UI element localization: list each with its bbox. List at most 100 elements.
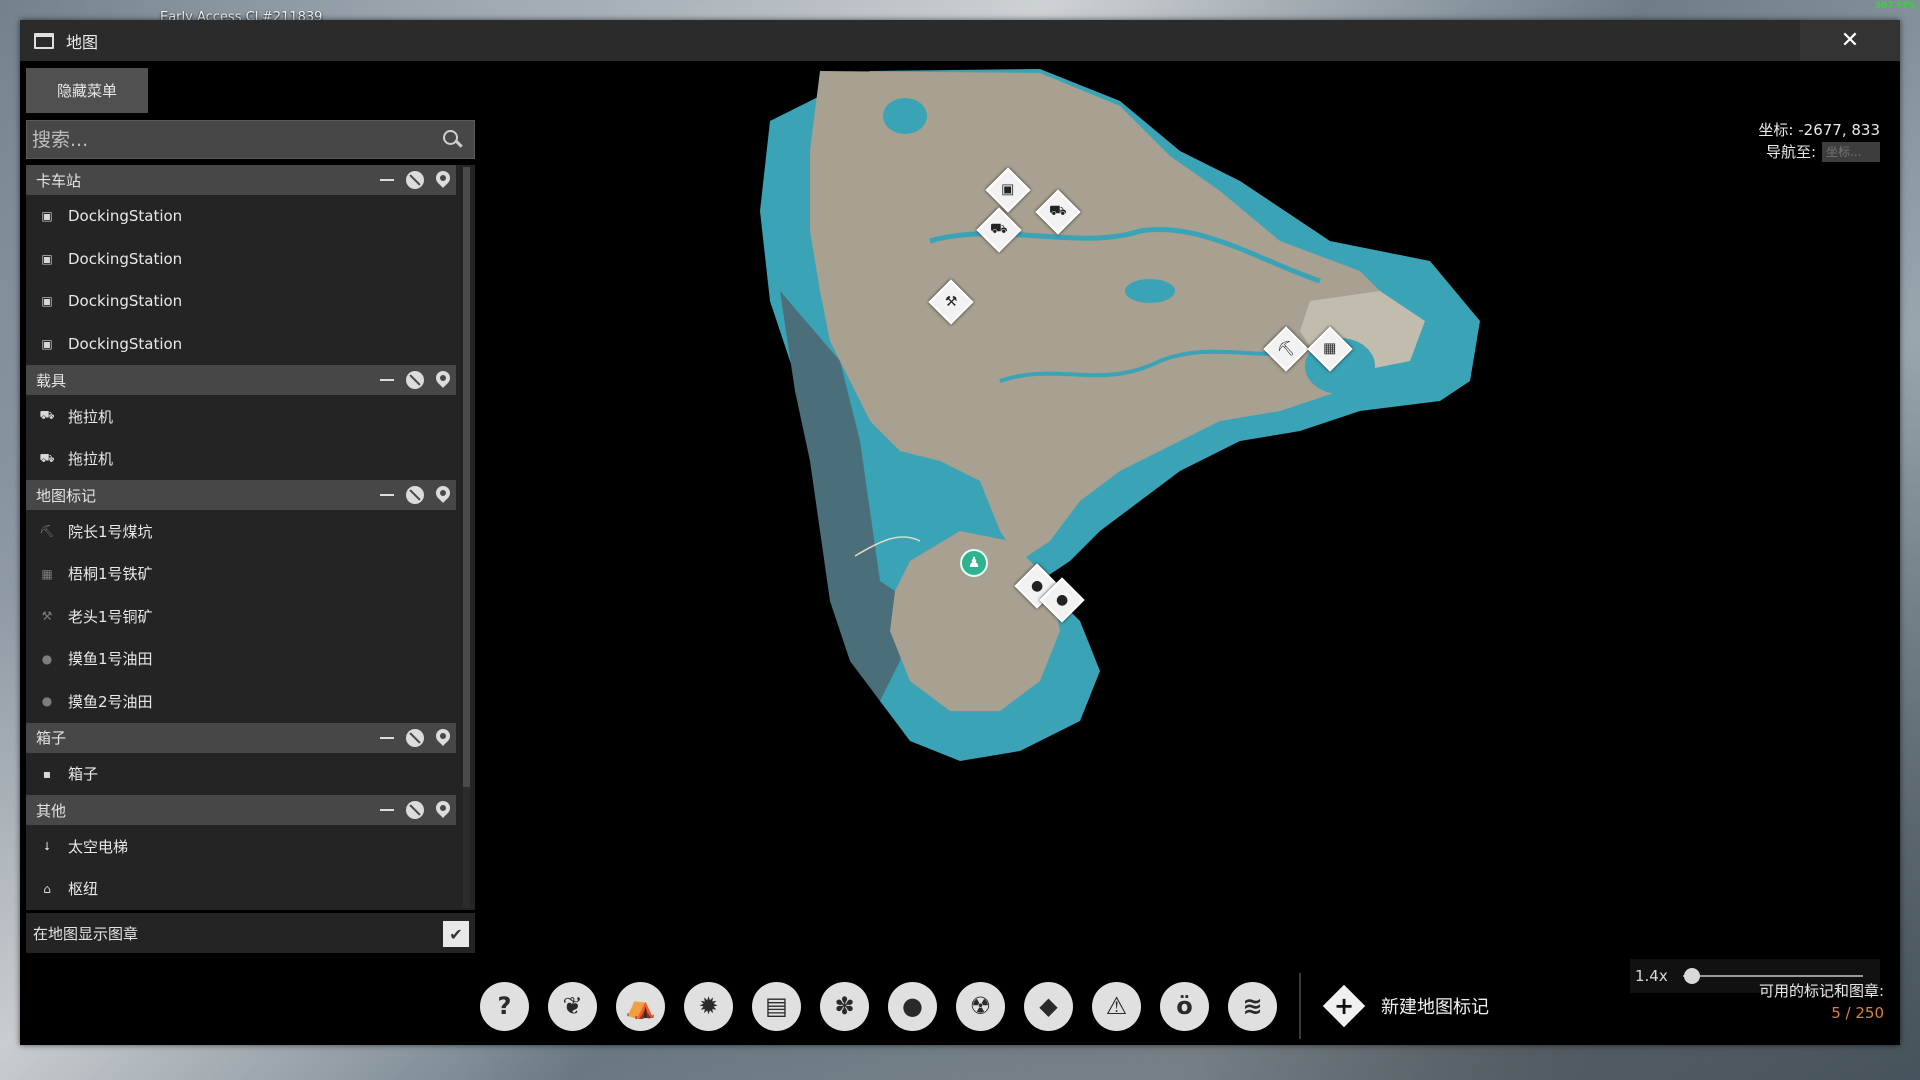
leaf-filter-button[interactable]: ❦ [548, 981, 597, 1031]
paw-filter-button[interactable]: ✽ [820, 981, 869, 1031]
apple-filter-button[interactable]: ö [1160, 981, 1209, 1031]
coal-cart-icon: ⛏ [39, 524, 55, 539]
collapse-icon[interactable] [380, 179, 394, 181]
creature-icon: ≋ [1242, 992, 1263, 1020]
hide-toggle-icon[interactable] [406, 801, 424, 819]
list-item-label: DockingStation [68, 334, 183, 353]
tractor-icon: ⛟ [39, 450, 55, 465]
search-icon[interactable] [438, 125, 468, 155]
marker-list: 卡车站 ▣ DockingStation ▣ DockingStation ▣ Dockin… [26, 165, 456, 910]
hide-toggle-icon[interactable] [406, 486, 424, 504]
group-header[interactable]: 箱子 [26, 722, 456, 753]
docking-station-icon: ▣ [41, 209, 53, 224]
list-item[interactable]: ● 摸鱼2号油田 [26, 680, 456, 723]
hide-menu-button[interactable]: 隐藏菜单 [26, 68, 148, 113]
docking-station-icon: ▣ [41, 251, 53, 266]
list-item[interactable]: ● 摸鱼1号油田 [26, 638, 456, 681]
close-button[interactable]: ✕ [1800, 20, 1900, 61]
hide-toggle-icon[interactable] [406, 728, 424, 747]
list-item[interactable]: ⛟ 拖拉机 [26, 395, 456, 438]
group-actions [380, 723, 453, 753]
collapse-icon[interactable] [380, 379, 394, 381]
map-lake-center [1125, 279, 1175, 303]
list-item[interactable]: ▪ 箱子 [26, 753, 456, 796]
oil-drop-icon: ● [1030, 578, 1044, 594]
tractor-icon: ⛟ [39, 408, 55, 423]
list-item[interactable]: ▦ 梧桐1号铁矿 [26, 553, 456, 596]
list-item-label: DockingStation [68, 249, 183, 268]
group-header[interactable]: 卡车站 [26, 165, 456, 195]
list-item[interactable]: ⛏ 院长1号煤坑 [26, 510, 456, 553]
water-drop-filter-button[interactable]: ● [888, 981, 937, 1031]
docking-station-icon: ▣ [1001, 181, 1015, 198]
titlebar: 地图 ✕ [20, 20, 1900, 61]
apple-icon: ö [1176, 992, 1193, 1020]
toolbar-divider [1299, 973, 1301, 1039]
locate-pin-icon[interactable] [433, 483, 453, 503]
locate-pin-icon[interactable] [433, 168, 453, 188]
add-marker-icon: + [1322, 984, 1366, 1028]
collapse-icon[interactable] [380, 809, 394, 811]
search-box [26, 120, 475, 159]
coords-row: 坐标: -2677, 833 [1758, 119, 1880, 141]
list-item[interactable]: ▣ DockingStation [26, 323, 456, 366]
copper-ore-icon: ⚒ [944, 294, 958, 310]
list-item[interactable]: ⛟ 拖拉机 [26, 438, 456, 481]
player-location-icon[interactable]: ♟ [960, 549, 988, 577]
gear-sun-filter-button[interactable]: ✹ [684, 981, 733, 1031]
locate-pin-icon[interactable] [433, 368, 453, 388]
iron-ore-icon: ▦ [41, 566, 53, 581]
docking-station-icon: ▣ [41, 336, 53, 351]
list-item[interactable]: ▣ DockingStation [26, 195, 456, 238]
radiation-filter-button[interactable]: ☢ [956, 981, 1005, 1031]
show-stamps-checkbox[interactable]: ✔ [443, 921, 469, 947]
navigate-coords-input[interactable] [1822, 142, 1880, 162]
warning-filter-button[interactable]: ⚠ [1092, 981, 1141, 1031]
list-item[interactable]: ▣ DockingStation [26, 280, 456, 323]
paw-icon: ✽ [834, 992, 855, 1020]
scrollbar[interactable] [463, 167, 470, 908]
group-header[interactable]: 地图标记 [26, 480, 456, 510]
group-actions [380, 365, 453, 395]
crate-icon: ▪ [42, 766, 52, 781]
new-map-marker-button[interactable]: + 新建地图标记 [1322, 984, 1489, 1028]
list-item[interactable]: ⭣ 太空电梯 [26, 825, 456, 868]
zoom-level-label: 1.4x [1635, 967, 1668, 985]
locate-pin-icon[interactable] [433, 798, 453, 818]
map-view[interactable]: ▣ ⛟ ⛟ ⚒ ⛏ ▦ ● ● ♟ 坐标: -2677, 833 导航至: 1.… [480, 61, 1900, 1045]
group-header[interactable]: 其他 [26, 795, 456, 825]
group-actions [380, 165, 453, 195]
coordinates-panel: 坐标: -2677, 833 导航至: [1758, 119, 1880, 163]
navigate-row: 导航至: [1758, 141, 1880, 163]
list-item[interactable]: ▣ DockingStation [26, 238, 456, 281]
creature-filter-button[interactable]: ≋ [1228, 981, 1277, 1031]
list-item[interactable]: ⚒ 老头1号铜矿 [26, 595, 456, 638]
group-header[interactable]: 载具 [26, 365, 456, 395]
zoom-slider-thumb[interactable] [1684, 968, 1700, 984]
oil-drop-icon: ● [41, 651, 53, 666]
list-item[interactable]: ⌂ 枢纽 [26, 868, 456, 911]
group-title: 地图标记 [36, 486, 97, 505]
locate-pin-icon[interactable] [433, 725, 453, 746]
map-lake-north [883, 98, 927, 134]
water-drop-icon: ● [902, 992, 923, 1020]
scrollbar-thumb[interactable] [463, 167, 470, 787]
oil-drop-icon: ● [41, 694, 53, 709]
collapse-icon[interactable] [380, 736, 394, 739]
ore-filter-button[interactable]: ◆ [1024, 981, 1073, 1031]
help-icon: ? [497, 992, 512, 1020]
crate-filter-button[interactable]: ▤ [752, 981, 801, 1031]
docking-station-icon: ▣ [41, 294, 53, 309]
hub-icon: ⌂ [43, 881, 51, 896]
warning-icon: ⚠ [1105, 992, 1128, 1020]
hide-toggle-icon[interactable] [406, 371, 424, 389]
camp-filter-button[interactable]: ⛺ [616, 981, 665, 1031]
collapse-icon[interactable] [380, 494, 394, 496]
hide-toggle-icon[interactable] [406, 171, 424, 189]
help-filter-button[interactable]: ? [480, 981, 529, 1031]
zoom-slider[interactable] [1683, 968, 1863, 984]
group-title: 载具 [36, 371, 67, 390]
marker-type-toolbar: ? ❦ ⛺ ✹ ▤ ✽ ● ☢ ◆ ⚠ ö ≋ + 新建地图标记 [480, 973, 1489, 1039]
search-input[interactable] [27, 128, 438, 151]
tractor-icon: ⛟ [1049, 203, 1067, 219]
